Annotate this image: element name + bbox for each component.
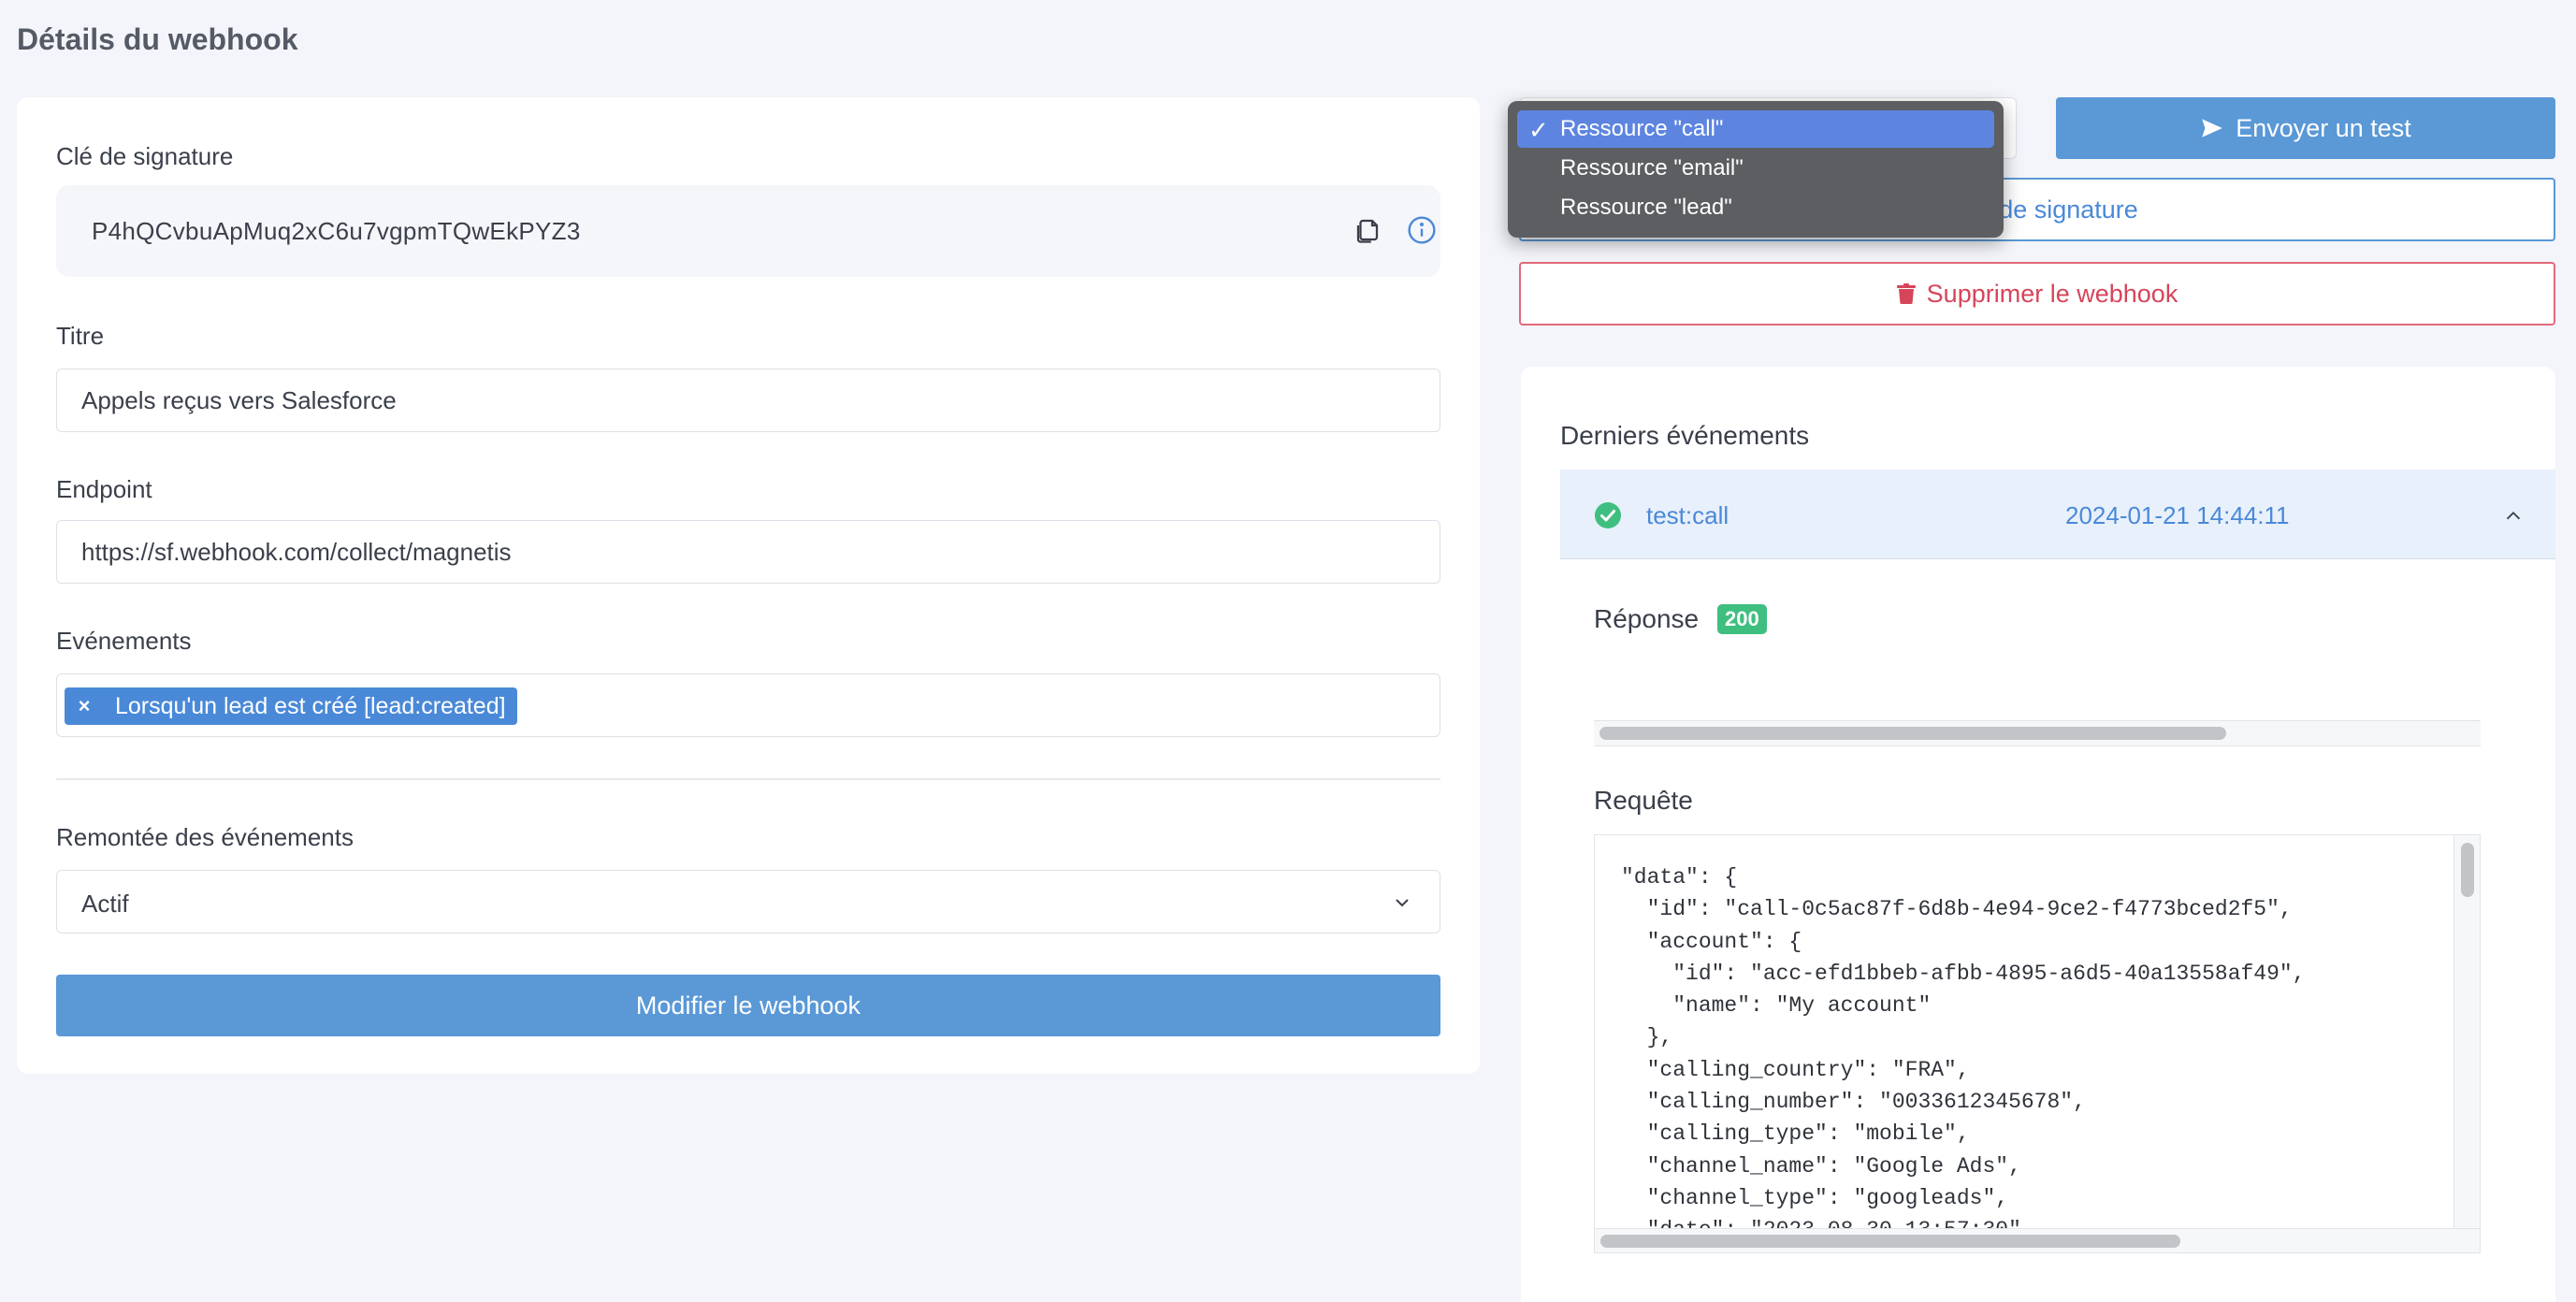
response-label: Réponse xyxy=(1594,604,1700,633)
endpoint-input[interactable] xyxy=(56,520,1440,584)
scrollbar-thumb[interactable] xyxy=(1599,727,2226,740)
events-multiselect[interactable]: × Lorsqu'un lead est créé [lead:created] xyxy=(56,673,1440,737)
event-tag-label: Lorsqu'un lead est créé [lead:created] xyxy=(115,692,506,719)
response-horizontal-scrollbar[interactable] xyxy=(1594,720,2481,746)
request-body-code: "data": { "id": "call-0c5ac87f-6d8b-4e94… xyxy=(1621,865,2306,1242)
resource-option-label: Ressource "call" xyxy=(1560,116,1724,141)
delete-webhook-label: Supprimer le webhook xyxy=(1926,279,2178,308)
title-label: Titre xyxy=(56,322,105,350)
events-label: Evénements xyxy=(56,627,192,655)
resource-option-label: Ressource "lead" xyxy=(1560,195,1732,220)
tag-remove-icon[interactable]: × xyxy=(65,694,104,718)
signature-box: P4hQCvbuApMuq2xC6u7vgpmTQwEkPYZ3 xyxy=(56,185,1440,277)
reporting-select-value: Actif xyxy=(81,890,129,918)
event-name: test:call xyxy=(1646,501,1729,529)
webhook-form-card: Clé de signature P4hQCvbuApMuq2xC6u7vgpm… xyxy=(17,97,1480,1074)
trash-icon xyxy=(1896,283,1916,304)
request-label: Requête xyxy=(1594,786,1693,815)
endpoint-label: Endpoint xyxy=(56,475,152,503)
events-card: Derniers événements test:call 2024-01-21… xyxy=(1521,367,2555,1302)
request-body-viewer[interactable]: "data": { "id": "call-0c5ac87f-6d8b-4e94… xyxy=(1594,834,2481,1253)
resource-option-lead[interactable]: Ressource "lead" xyxy=(1517,189,1994,226)
send-test-label: Envoyer un test xyxy=(2236,113,2411,142)
resource-option-label: Ressource "email" xyxy=(1560,155,1744,181)
signature-label: Clé de signature xyxy=(56,142,234,170)
request-vertical-scrollbar[interactable] xyxy=(2453,835,2480,1228)
check-circle-icon xyxy=(1595,502,1621,528)
send-icon xyxy=(2202,119,2223,137)
events-title: Derniers événements xyxy=(1560,421,1810,450)
resource-option-call[interactable]: ✓ Ressource "call" xyxy=(1517,110,1994,148)
send-test-button[interactable]: Envoyer un test xyxy=(2056,97,2555,159)
resource-dropdown-menu: ✓ Ressource "call" Ressource "email" Res… xyxy=(1508,101,2004,238)
reporting-label: Remontée des événements xyxy=(56,823,354,851)
request-horizontal-scrollbar[interactable] xyxy=(1595,1228,2480,1252)
signature-value: P4hQCvbuApMuq2xC6u7vgpmTQwEkPYZ3 xyxy=(92,217,581,245)
chevron-up-icon[interactable] xyxy=(2503,505,2524,526)
reporting-select[interactable]: Actif xyxy=(56,870,1440,933)
page-title: Détails du webhook xyxy=(17,22,298,56)
form-divider xyxy=(56,778,1440,780)
edit-webhook-button[interactable]: Modifier le webhook xyxy=(56,975,1440,1036)
info-icon[interactable] xyxy=(1405,213,1439,247)
scrollbar-thumb[interactable] xyxy=(2461,843,2474,897)
chevron-down-icon xyxy=(1396,899,1409,907)
scrollbar-thumb[interactable] xyxy=(1600,1235,2180,1248)
event-row[interactable]: test:call 2024-01-21 14:44:11 xyxy=(1560,470,2555,559)
copy-icon[interactable] xyxy=(1351,213,1384,247)
resource-option-email[interactable]: Ressource "email" xyxy=(1517,150,1994,187)
event-date: 2024-01-21 14:44:11 xyxy=(2065,501,2290,529)
delete-webhook-button[interactable]: Supprimer le webhook xyxy=(1519,262,2555,326)
checkmark-icon: ✓ xyxy=(1528,116,1549,144)
response-status-badge: 200 xyxy=(1717,604,1767,634)
title-input[interactable] xyxy=(56,369,1440,432)
event-tag: × Lorsqu'un lead est créé [lead:created] xyxy=(65,687,517,725)
